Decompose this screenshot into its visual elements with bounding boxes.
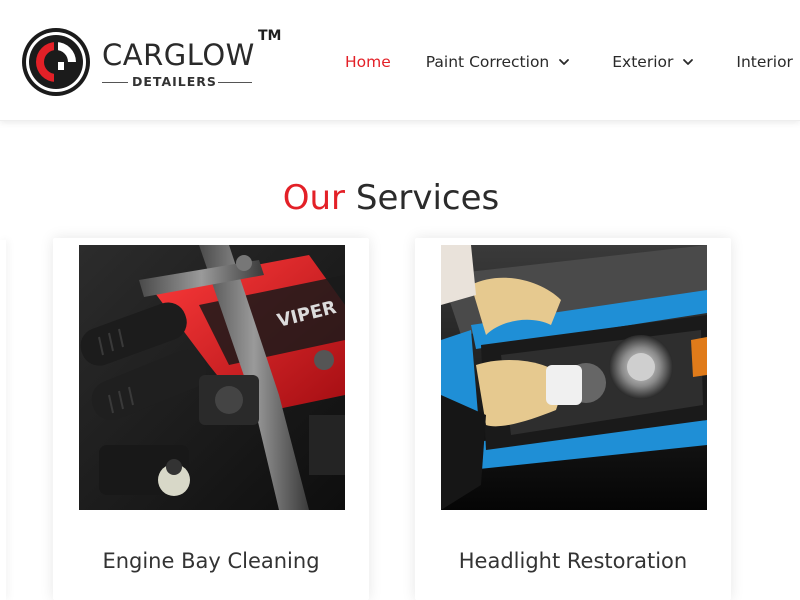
service-card-engine-bay[interactable]: VIPER Engine Bay Cleaning: [53, 238, 369, 600]
carglow-logo[interactable]: CARGLOW TM DETAILERS: [20, 26, 282, 100]
trademark-symbol: TM: [258, 28, 282, 44]
headlight-restoration-photo: [441, 245, 707, 510]
service-card-headlight[interactable]: Headlight Restoration: [415, 238, 731, 600]
engine-bay-photo: VIPER: [79, 245, 345, 510]
brand-divider-left: [102, 82, 128, 83]
nav-item-label: Interior: [736, 53, 793, 71]
brand-divider-right: [218, 82, 252, 83]
nav-item-home[interactable]: Home: [345, 53, 391, 71]
carglow-logo-mark-icon: [22, 28, 90, 96]
service-card-label: Engine Bay Cleaning: [102, 549, 320, 573]
brand-name: CARGLOW: [102, 38, 255, 72]
nav-item-label: Exterior: [612, 53, 674, 71]
engine-bay-image: VIPER: [79, 245, 345, 510]
brand-subtitle: DETAILERS: [132, 74, 217, 89]
nav-item-interior[interactable]: Interior: [736, 53, 793, 71]
site-header: CARGLOW TM DETAILERS Home Paint Correcti…: [0, 0, 800, 121]
chevron-down-icon: [683, 59, 694, 65]
headlight-image: [441, 245, 707, 510]
section-title: Our Services: [0, 178, 782, 218]
chevron-down-icon: [559, 59, 570, 65]
nav-item-paint-correction[interactable]: Paint Correction: [426, 53, 570, 71]
section-title-rest: Services: [355, 178, 500, 219]
previous-card-edge: [0, 240, 6, 600]
nav-item-label: Paint Correction: [425, 53, 550, 71]
nav-item-exterior[interactable]: Exterior: [612, 53, 694, 71]
nav-item-label: Home: [345, 53, 391, 71]
section-title-accent: Our: [282, 178, 346, 219]
main-nav: Home Paint Correction Exterior Interior: [345, 53, 793, 71]
service-card-label: Headlight Restoration: [458, 549, 688, 573]
